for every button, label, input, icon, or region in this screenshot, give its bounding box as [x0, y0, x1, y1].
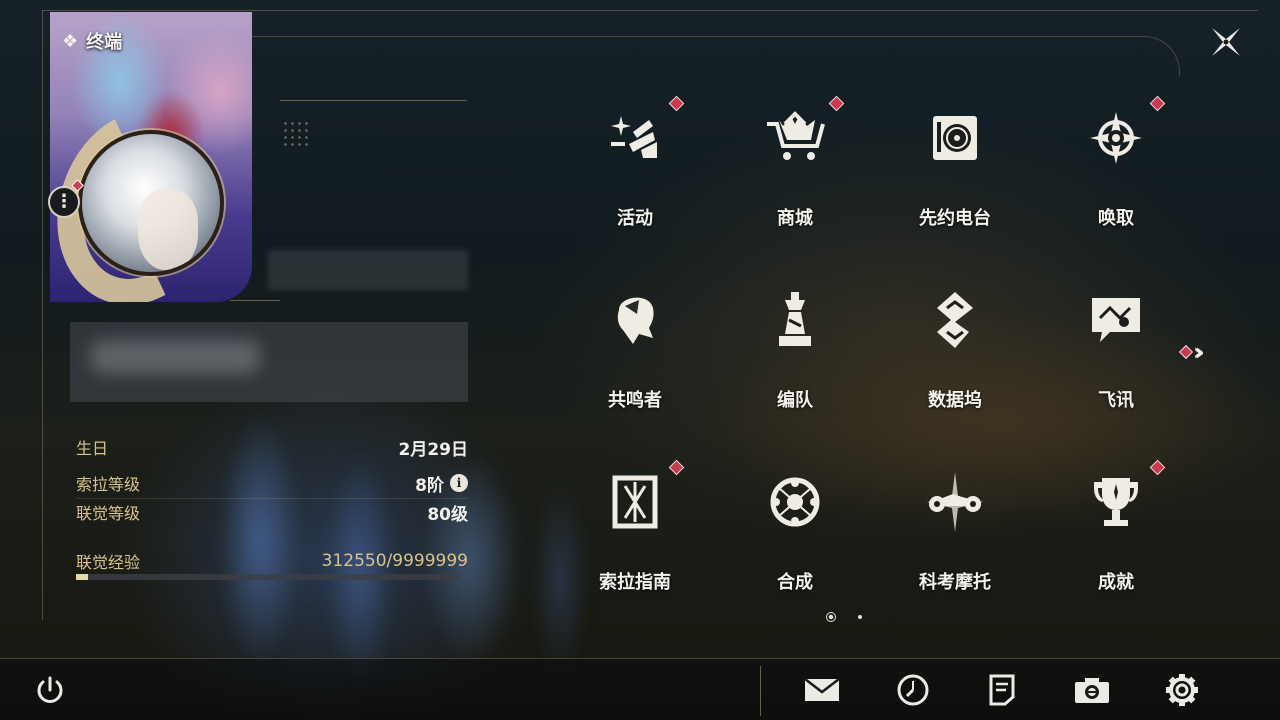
bottom-bar-divider: [760, 666, 761, 716]
notification-badge: [668, 95, 685, 112]
chat-bubble-icon: [1080, 284, 1152, 356]
menu-item-trophy[interactable]: 成就: [1061, 459, 1171, 602]
trophy-icon: [1080, 466, 1152, 538]
guide-book-icon: [599, 466, 671, 538]
motorcycle-icon: [919, 466, 991, 538]
notice-button[interactable]: [982, 672, 1022, 708]
frame-left-line: [42, 10, 43, 620]
birthday-row: 生日 2月29日: [76, 434, 468, 460]
history-button[interactable]: [893, 672, 933, 708]
exp-progress-bar: [76, 574, 460, 580]
blurred-signature-area: [70, 322, 468, 402]
notification-badge: [1149, 459, 1166, 476]
menu-item-radio[interactable]: 先约电台: [900, 98, 1010, 238]
close-icon: [1212, 28, 1240, 56]
sola-level-value-wrap: 8阶 i: [415, 471, 468, 496]
menu-item-synthesis[interactable]: 合成: [740, 462, 850, 602]
info-icon[interactable]: i: [450, 474, 468, 492]
page-indicator: [826, 612, 862, 622]
panel-title: ❖ 终端: [62, 28, 122, 54]
birthday-label: 生日: [76, 439, 109, 458]
camera-icon: [1075, 678, 1109, 703]
power-icon: [37, 676, 63, 703]
menu-item-label: 飞讯: [1098, 390, 1134, 411]
menu-item-shopping-cart[interactable]: 商城: [740, 95, 850, 238]
compass-star-icon: [1080, 102, 1152, 174]
menu-item-label: 科考摩托: [919, 572, 991, 593]
menu-item-compass-star[interactable]: 唤取: [1061, 95, 1171, 238]
exp-progress-fill: [76, 574, 88, 580]
menu-item-label: 共鸣者: [608, 390, 662, 411]
frame-curve-line: [250, 36, 1180, 76]
frame-top-line: [42, 10, 1258, 11]
menu-item-label: 商城: [777, 208, 813, 229]
sola-level-label: 索拉等级: [76, 475, 141, 494]
sola-level-row: 索拉等级 8阶 i: [76, 470, 468, 499]
sola-level-value: 8阶: [415, 475, 444, 496]
union-level-label: 联觉等级: [76, 504, 141, 523]
synthesis-icon: [759, 466, 831, 538]
menu-item-guide-book[interactable]: 索拉指南: [580, 459, 690, 602]
radio-icon: [919, 102, 991, 174]
next-page-badge: [1178, 344, 1194, 360]
decor-line: [280, 100, 467, 101]
panel-title-text: 终端: [86, 32, 123, 53]
clock-icon: [897, 674, 929, 706]
blurred-name-area: [268, 250, 468, 290]
power-button[interactable]: [30, 672, 70, 708]
notification-badge: [828, 95, 845, 112]
notification-badge: [1149, 95, 1166, 112]
decor-line: [230, 300, 280, 301]
page-dot-active[interactable]: [826, 612, 836, 622]
menu-item-data-dock[interactable]: 数据坞: [900, 280, 1010, 420]
camera-button[interactable]: [1072, 672, 1112, 708]
notification-badge: [668, 459, 685, 476]
menu-item-label: 成就: [1098, 572, 1134, 593]
data-dock-icon: [919, 284, 991, 356]
menu-item-motorcycle[interactable]: 科考摩托: [900, 462, 1010, 602]
mail-icon: [804, 678, 840, 701]
next-page-button[interactable]: ››: [1178, 338, 1204, 366]
menu-item-label: 索拉指南: [599, 572, 671, 593]
birthday-value: 2月29日: [398, 439, 469, 460]
menu-item-character-head[interactable]: 共鸣者: [580, 280, 690, 420]
menu-item-label: 唤取: [1098, 208, 1134, 229]
menu-item-chat-bubble[interactable]: 飞讯: [1061, 280, 1171, 420]
union-level-value: 80级: [427, 504, 468, 525]
notice-document-icon: [989, 674, 1015, 706]
page-dot[interactable]: [858, 615, 862, 619]
character-head-icon: [599, 284, 671, 356]
chess-piece-icon: [759, 284, 831, 356]
menu-item-sparkle[interactable]: 活动: [580, 95, 690, 238]
menu-item-label: 编队: [777, 390, 813, 411]
menu-item-label: 合成: [777, 572, 813, 593]
menu-item-label: 活动: [617, 208, 653, 229]
close-button[interactable]: [1206, 22, 1246, 62]
menu-item-label: 先约电台: [919, 208, 991, 229]
exp-label: 联觉经验: [76, 553, 141, 572]
menu-item-chess-piece[interactable]: 编队: [740, 280, 850, 420]
union-level-row: 联觉等级 80级: [76, 499, 468, 525]
avatar-face: [138, 190, 198, 270]
avatar[interactable]: [78, 130, 224, 276]
terminal-logo-icon: ❖: [62, 30, 79, 52]
double-chevron-right-icon: ››: [1193, 338, 1204, 366]
exp-row: 联觉经验 312550/9999999: [76, 548, 468, 574]
more-dots-icon: ⋮: [55, 191, 73, 212]
exp-value: 312550/9999999: [321, 551, 468, 571]
sparkle-icon: [599, 102, 671, 174]
settings-button[interactable]: [1162, 672, 1202, 708]
gear-icon: [1166, 674, 1198, 706]
menu-item-label: 数据坞: [928, 390, 982, 411]
dot-grid-decoration: [282, 120, 310, 148]
shopping-cart-icon: [759, 102, 831, 174]
more-options-button[interactable]: ⋮: [48, 186, 80, 218]
mail-button[interactable]: [802, 672, 842, 708]
